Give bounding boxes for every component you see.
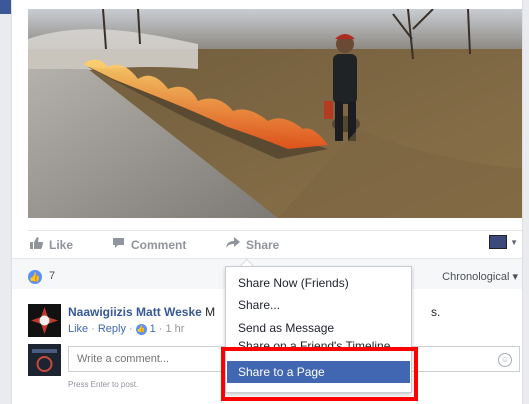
menu-item-share-now[interactable]: Share Now (Friends) <box>227 272 410 294</box>
separator: · <box>91 323 95 335</box>
thumbs-up-icon <box>30 237 44 252</box>
current-user-avatar <box>28 344 61 376</box>
comment-like-count[interactable]: 1 <box>150 323 156 335</box>
thumbs-up-icon: 👍 <box>135 323 147 335</box>
menu-item-send-as-message[interactable]: Send as Message <box>227 317 410 339</box>
comment-order-dropdown[interactable]: Chronological ▾ <box>442 270 518 283</box>
comment-like-link[interactable]: Like <box>68 323 88 335</box>
menu-item-share[interactable]: Share... <box>227 294 410 316</box>
like-label: Like <box>49 237 74 252</box>
comment-meta: Like · Reply · 👍 1 · 1 hr <box>68 323 184 335</box>
post-photo[interactable] <box>28 9 522 218</box>
page-avatar-thumbnail <box>489 235 508 249</box>
top-nav-fragment <box>0 0 11 14</box>
comment-author-link[interactable]: Naawigiizis Matt Weske M <box>68 305 215 319</box>
share-button[interactable]: Share <box>226 237 279 252</box>
press-enter-hint: Press Enter to post. <box>68 380 139 389</box>
separator: · <box>158 323 163 335</box>
annotation-highlight-box <box>221 347 418 401</box>
post-actions-bar: Like Comment Share ▼ <box>28 230 522 259</box>
post-as-selector[interactable]: ▼ <box>489 235 518 249</box>
post-photo-image <box>28 9 522 218</box>
comment-text-start: M <box>205 305 216 319</box>
like-reaction-icon[interactable]: 👍 <box>28 270 42 284</box>
comment-bubble-icon <box>112 237 125 252</box>
share-arrow-icon <box>226 237 240 252</box>
like-button[interactable]: Like <box>30 237 73 252</box>
comment-timestamp[interactable]: 1 hr <box>165 323 184 335</box>
chevron-down-icon: ▼ <box>510 237 518 247</box>
comment-reply-link[interactable]: Reply <box>98 323 126 335</box>
reaction-count[interactable]: 7 <box>49 270 55 282</box>
comment-label: Comment <box>131 237 187 252</box>
share-label: Share <box>246 237 280 252</box>
separator: · <box>128 323 133 335</box>
smiley-icon[interactable]: ☺ <box>498 353 512 367</box>
comment-author-name: Naawigiizis Matt Weske <box>68 305 202 319</box>
commenter-avatar[interactable] <box>28 304 61 337</box>
comment-button[interactable]: Comment <box>112 237 186 252</box>
comment-text-end: s. <box>431 305 441 319</box>
